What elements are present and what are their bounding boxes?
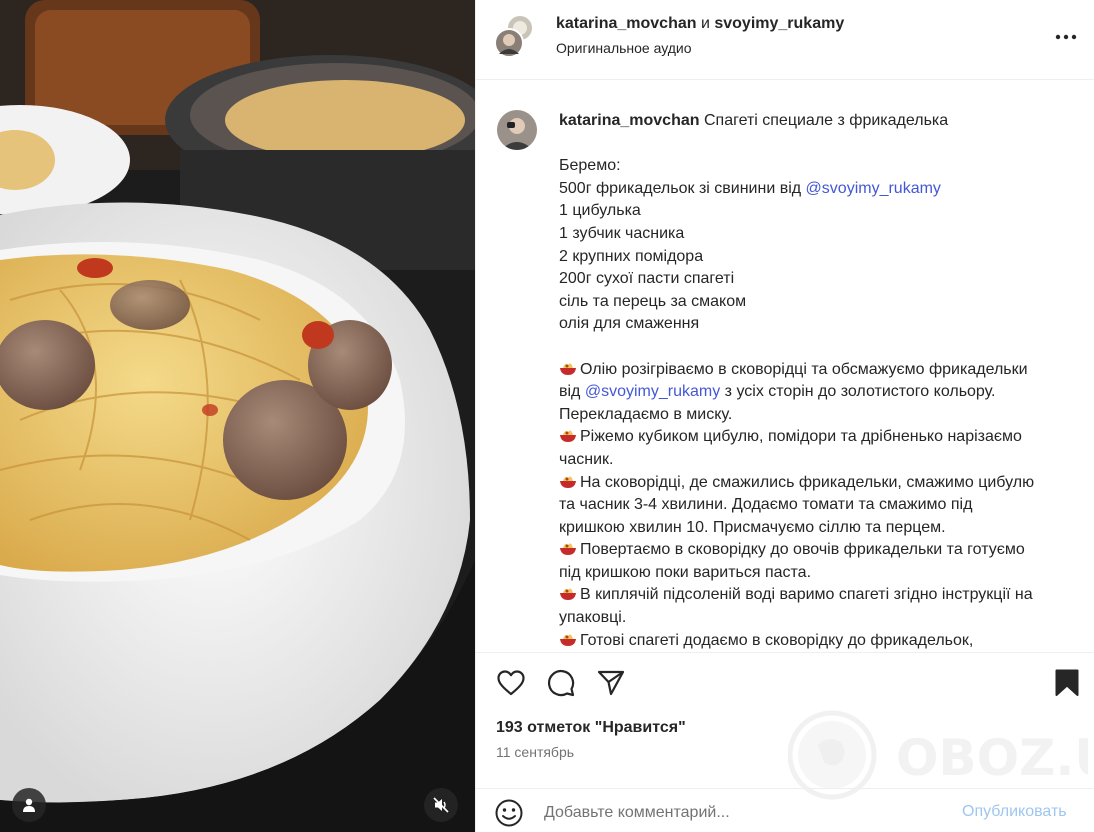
spaghetti-bowl-emoji-icon bbox=[560, 363, 576, 375]
post-photo bbox=[0, 0, 475, 832]
step-line: Ріжемо кубиком цибулю, помідори та дрібн… bbox=[559, 426, 1084, 449]
mute-button[interactable] bbox=[424, 788, 458, 822]
step-line: від @svoyimy_rukamy з усіх сторін до зол… bbox=[559, 381, 1084, 404]
post-caption: katarina_movchan Спагеті специале з фрик… bbox=[476, 80, 1094, 650]
likes-count[interactable]: 193 отметок "Нравится" bbox=[496, 719, 686, 737]
mention-link[interactable]: @svoyimy_rukamy bbox=[585, 383, 720, 400]
step-text: від bbox=[559, 383, 585, 401]
spaghetti-bowl-emoji-icon bbox=[560, 589, 576, 601]
ingredient-line: 1 цибулька bbox=[559, 202, 641, 220]
ingredients-heading: Беремо: bbox=[559, 157, 621, 175]
avatar[interactable] bbox=[497, 110, 537, 150]
authors-conjunction: и bbox=[700, 15, 710, 32]
step-line: під кришкою поки вариться паста. bbox=[559, 563, 812, 581]
publish-button[interactable]: Опубликовать bbox=[962, 803, 1067, 821]
speaker-muted-icon bbox=[433, 797, 449, 813]
ingredient-line: 200г сухої пасти спагеті bbox=[559, 270, 735, 288]
step-line: Готові спагеті додаємо в сковорідку до ф… bbox=[559, 630, 1084, 650]
more-dots-icon bbox=[1055, 34, 1077, 40]
post-date[interactable]: 11 сентябрь bbox=[496, 744, 574, 760]
step-line: В киплячій підсоленій воді варимо спагет… bbox=[559, 584, 1084, 607]
coauthor-username[interactable]: svoyimy_rukamy bbox=[714, 15, 844, 32]
emoji-button[interactable] bbox=[494, 798, 524, 828]
step-line: Олію розігріваємо в сковорідці та обсмаж… bbox=[559, 359, 1084, 382]
step-text: На сковорідці, де смажились фрикадельки,… bbox=[580, 473, 1035, 491]
smiley-icon bbox=[495, 799, 523, 827]
ingredient-line: олія для смаження bbox=[559, 315, 700, 333]
save-button[interactable] bbox=[1051, 667, 1083, 699]
watermark-text: OBOZ.UA bbox=[896, 729, 1088, 787]
avatar bbox=[494, 14, 534, 58]
step-text: Готові спагеті додаємо в сковорідку до ф… bbox=[580, 631, 974, 649]
caption-username[interactable]: katarina_movchan bbox=[559, 112, 700, 129]
more-options-button[interactable] bbox=[1051, 27, 1081, 47]
author-username[interactable]: katarina_movchan bbox=[556, 15, 697, 32]
comment-bar: Опубликовать bbox=[476, 788, 1094, 832]
step-line: часник. bbox=[559, 450, 614, 468]
spaghetti-bowl-emoji-icon bbox=[560, 543, 576, 556]
ingredient-line: 1 зубчик часника bbox=[559, 224, 685, 242]
step-text: В киплячій підсоленій воді варимо спагет… bbox=[580, 586, 1033, 604]
post-media[interactable] bbox=[0, 0, 475, 832]
spaghetti-bowl-emoji-icon bbox=[560, 430, 576, 443]
step-text: Ріжемо кубиком цибулю, помідори та дрібн… bbox=[580, 428, 1022, 446]
step-line: На сковорідці, де смажились фрикадельки,… bbox=[559, 472, 1084, 495]
post-header: katarina_movchan и svoyimy_rukamy Оригин… bbox=[476, 0, 1094, 80]
step-text: з усіх сторін до золотистого кольору. bbox=[720, 383, 996, 401]
speech-bubble-icon bbox=[547, 669, 575, 697]
like-button[interactable] bbox=[495, 667, 527, 699]
ingredient-line: сіль та перець за смаком bbox=[559, 292, 747, 310]
post-side-panel: katarina_movchan и svoyimy_rukamy Оригин… bbox=[475, 0, 1094, 832]
tagged-users-button[interactable] bbox=[12, 788, 46, 822]
step-line: Перекладаємо в миску. bbox=[559, 405, 733, 423]
ingredient-text: 500г фрикадельок зі свинини від bbox=[559, 179, 806, 197]
ingredient-line: 500г фрикадельок зі свинини від @svoyimy… bbox=[559, 178, 1084, 201]
bookmark-icon bbox=[1055, 669, 1079, 696]
post-authors: katarina_movchan и svoyimy_rukamy bbox=[556, 15, 844, 33]
audio-label[interactable]: Оригинальное аудио bbox=[556, 40, 692, 56]
person-icon bbox=[23, 798, 35, 812]
paper-plane-icon bbox=[597, 670, 625, 696]
step-line: Повертаємо в сковорідку до овочів фрикад… bbox=[559, 539, 1084, 562]
step-line: кришкою хвилин 10. Присмачуємо сіллю та … bbox=[559, 518, 946, 536]
spaghetti-bowl-emoji-icon bbox=[560, 634, 576, 646]
step-text: Повертаємо в сковорідку до овочів фрикад… bbox=[580, 541, 1025, 559]
mention-link[interactable]: @svoyimy_rukamy bbox=[806, 180, 941, 197]
ingredient-line: 2 крупних помідора bbox=[559, 247, 704, 265]
spaghetti-bowl-emoji-icon bbox=[560, 476, 576, 488]
coauthor-avatars[interactable] bbox=[494, 14, 536, 58]
step-line: та часник 3-4 хвилини. Додаємо томати та… bbox=[559, 496, 973, 514]
step-line: упаковці. bbox=[559, 609, 627, 627]
comment-button[interactable] bbox=[545, 667, 577, 699]
caption-title: Спагеті специале з фрикаделька bbox=[703, 112, 949, 129]
avatar-image bbox=[497, 110, 537, 150]
comment-input[interactable] bbox=[544, 799, 944, 827]
caption-first-line: katarina_movchan Спагеті специале з фрик… bbox=[559, 110, 1084, 133]
step-text: Олію розігріваємо в сковорідці та обсмаж… bbox=[580, 360, 1028, 378]
heart-icon bbox=[497, 670, 525, 696]
caption-text: katarina_movchan Спагеті специале з фрик… bbox=[559, 110, 1084, 650]
share-button[interactable] bbox=[595, 667, 627, 699]
